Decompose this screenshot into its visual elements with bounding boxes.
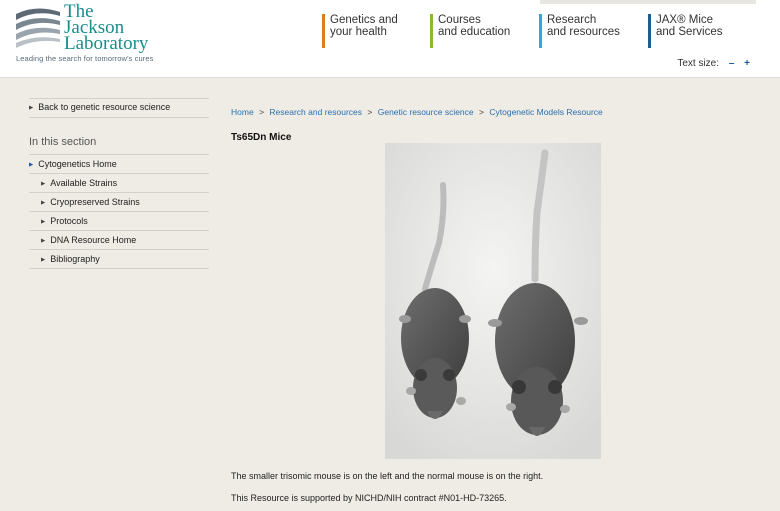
nav-jax-mice-services[interactable]: JAX® Mice and Services: [648, 14, 722, 48]
back-link-label: Back to genetic resource science: [38, 102, 171, 112]
nav-color-bar: [648, 14, 651, 48]
sidebar-item-protocols[interactable]: ▶ Protocols: [29, 212, 209, 231]
section-title: In this section: [29, 136, 209, 155]
nav-label-line1: JAX® Mice: [656, 14, 714, 26]
funding-note: This Resource is supported by NICHD/NIH …: [231, 493, 507, 503]
text-size-control: Text size: – +: [677, 58, 750, 69]
nav-courses-education[interactable]: Courses and education: [430, 14, 510, 48]
jackson-lab-logo[interactable]: The Jackson Laboratory Leading the searc…: [14, 2, 164, 66]
sidebar-item-label: Cryopreserved Strains: [50, 197, 140, 207]
back-link[interactable]: ▶ Back to genetic resource science: [29, 98, 209, 118]
breadcrumb: Home > Research and resources > Genetic …: [231, 107, 603, 117]
logo-line-3: Laboratory: [64, 33, 149, 54]
sidebar-item-label: DNA Resource Home: [50, 235, 137, 245]
breadcrumb-research-resources[interactable]: Research and resources: [269, 107, 362, 117]
logo-wordmark: The Jackson Laboratory: [64, 2, 149, 54]
triangle-right-icon: ▶: [29, 104, 34, 111]
triangle-right-icon: ▶: [41, 218, 46, 225]
sidebar-item-label: Bibliography: [50, 254, 100, 264]
sidebar-item-cytogenetics-home[interactable]: ▶ Cytogenetics Home: [29, 155, 209, 174]
triangle-right-icon: ▶: [41, 237, 46, 244]
sidebar-item-available-strains[interactable]: ▶ Available Strains: [29, 174, 209, 193]
sidebar-item-dna-resource-home[interactable]: ▶ DNA Resource Home: [29, 231, 209, 250]
text-size-label: Text size:: [677, 58, 720, 69]
text-size-decrease-button[interactable]: –: [729, 58, 735, 69]
sidebar-item-bibliography[interactable]: ▶ Bibliography: [29, 250, 209, 269]
sidebar-item-label: Cytogenetics Home: [38, 159, 117, 169]
nav-color-bar: [322, 14, 325, 48]
breadcrumb-separator: >: [367, 107, 373, 117]
breadcrumb-genetic-resource-science[interactable]: Genetic resource science: [378, 107, 474, 117]
nav-genetics-health[interactable]: Genetics and your health: [322, 14, 398, 48]
breadcrumb-separator: >: [259, 107, 265, 117]
sidebar-item-label: Available Strains: [50, 178, 118, 188]
sidebar-item-cryopreserved-strains[interactable]: ▶ Cryopreserved Strains: [29, 193, 209, 212]
nav-label-line2: and education: [438, 26, 511, 38]
top-utility-strip: [540, 0, 756, 4]
nav-label-line2: and resources: [547, 26, 620, 38]
triangle-right-icon: ▶: [29, 161, 34, 168]
mice-illustration: [385, 143, 601, 459]
breadcrumb-separator: >: [479, 107, 484, 117]
triangle-right-icon: ▶: [41, 180, 46, 187]
triangle-right-icon: ▶: [41, 199, 46, 206]
nav-label-line2: your health: [330, 26, 387, 38]
nav-label-line1: Research: [547, 14, 597, 26]
page-title: Ts65Dn Mice: [231, 132, 292, 143]
nav-label-line2: and Services: [656, 26, 723, 38]
sidebar-item-label: Protocols: [50, 216, 88, 226]
nav-label-line1: Genetics and: [330, 14, 398, 26]
text-size-increase-button[interactable]: +: [744, 58, 750, 69]
logo-swoosh-icon: [16, 8, 60, 48]
triangle-right-icon: ▶: [41, 256, 46, 263]
breadcrumb-home[interactable]: Home: [231, 107, 254, 117]
nav-research-resources[interactable]: Research and resources: [539, 14, 620, 48]
sidebar: ▶ Back to genetic resource science In thi…: [29, 98, 209, 269]
logo-tagline: Leading the search for tomorrow's cures: [16, 54, 154, 63]
nav-color-bar: [539, 14, 542, 48]
photo-caption: The smaller trisomic mouse is on the lef…: [231, 471, 544, 481]
nav-label-line1: Courses: [438, 14, 481, 26]
nav-color-bar: [430, 14, 433, 48]
breadcrumb-cytogenetic-models[interactable]: Cytogenetic Models Resource: [489, 107, 602, 117]
site-header: The Jackson Laboratory Leading the searc…: [0, 0, 780, 78]
mice-photo: [385, 143, 601, 459]
